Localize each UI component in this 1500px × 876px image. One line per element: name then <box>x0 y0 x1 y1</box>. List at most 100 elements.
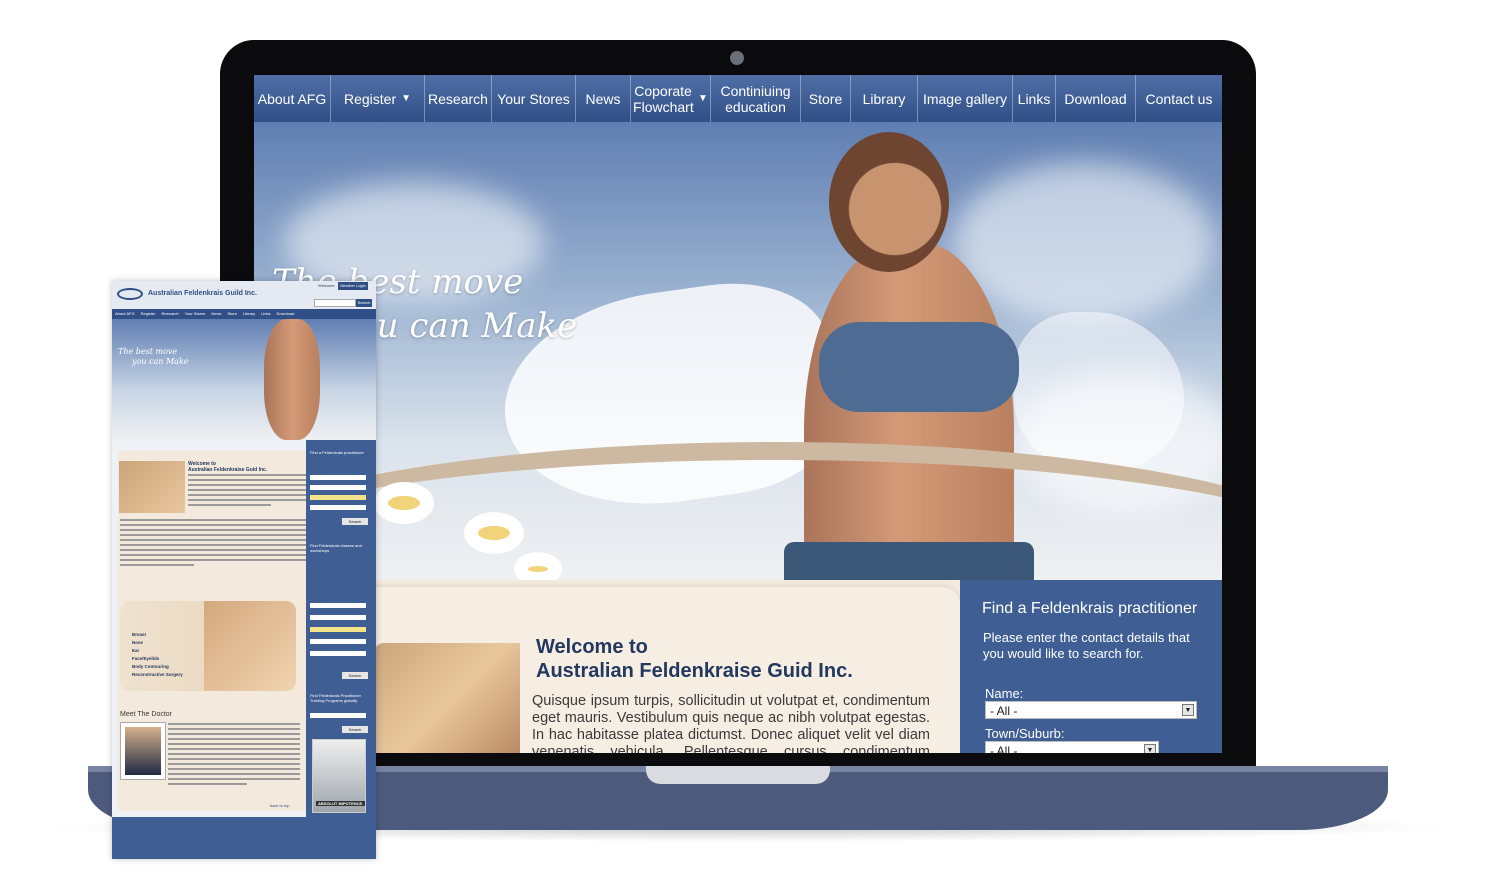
mobile-welcome-title: Welcome to Australian Feldenkraise Guid … <box>188 461 267 473</box>
mobile-side-field[interactable] <box>310 603 366 608</box>
mobile-device: Australian Feldenkrais Guild Inc. Welcom… <box>112 281 376 859</box>
chevron-down-icon[interactable]: ▼ <box>1144 744 1156 753</box>
practitioner-search-panel: Find a Feldenkrais practitioner Please e… <box>960 580 1222 753</box>
mobile-promo-photo <box>204 601 296 691</box>
hero-model-head <box>829 132 949 272</box>
hero-shirt-right <box>1014 312 1184 472</box>
nav-item-research[interactable]: Research <box>425 75 492 122</box>
mobile-welcome-text <box>188 474 306 509</box>
nav-label: News <box>585 90 621 107</box>
promo-item[interactable]: Breast <box>132 631 183 639</box>
mobile-hero-tagline: The best move you can Make <box>118 347 189 367</box>
mobile-nav-item[interactable]: Store <box>224 309 240 319</box>
mobile-nav-item[interactable]: Links <box>258 309 273 319</box>
mobile-nav-item[interactable]: Register <box>138 309 159 319</box>
mobile-nav-item[interactable]: Library <box>240 309 258 319</box>
mobile-side-field[interactable] <box>310 639 366 644</box>
nav-label: Continiuing education <box>720 82 791 115</box>
practitioner-search-description: Please enter the contact details that yo… <box>983 630 1190 661</box>
welcome-title: Welcome to Australian Feldenkraise Guid … <box>536 635 853 683</box>
nav-item-news[interactable]: News <box>576 75 631 122</box>
welcome-title-line2: Australian Feldenkraise Guid Inc. <box>536 660 853 682</box>
nav-label: Coporate Flowchart <box>633 82 694 115</box>
mobile-nav-item[interactable]: About AFG <box>112 309 138 319</box>
nav-item-continuing-education[interactable]: Continiuing education <box>711 75 801 122</box>
mobile-ad-caption: ABSOLUT IMPOTENCE. <box>316 801 366 806</box>
nav-item-about[interactable]: About AFG <box>254 75 331 122</box>
mobile-side-field[interactable] <box>310 475 366 480</box>
nav-item-your-stores[interactable]: Your Stores <box>492 75 576 122</box>
flower-icon <box>514 552 562 580</box>
mobile-side-field[interactable] <box>310 713 366 718</box>
mobile-nav-item[interactable]: Research <box>158 309 181 319</box>
flower-icon <box>374 482 434 524</box>
name-label: Name: <box>985 686 1024 701</box>
laptop-camera <box>730 51 744 65</box>
welcome-body-text: Quisque ipsum turpis, sollicitudin ut vo… <box>532 693 930 753</box>
flower-icon <box>464 512 524 554</box>
mobile-side-field[interactable] <box>310 505 366 510</box>
name-select[interactable]: - All - ▼ <box>985 701 1197 719</box>
mobile-side-field[interactable] <box>310 485 366 490</box>
nav-label: About AFG <box>257 90 327 107</box>
mobile-side-field[interactable] <box>310 627 366 632</box>
mobile-back-to-top-link[interactable]: back to top <box>270 803 290 808</box>
nav-item-corporate-flowchart[interactable]: Coporate Flowchart ▼ <box>631 75 711 122</box>
nav-label: Register <box>343 90 397 107</box>
promo-item[interactable]: Face/Eyelids <box>132 655 183 663</box>
chevron-down-icon: ▼ <box>698 92 708 104</box>
mobile-side-search-button[interactable]: Search <box>342 726 368 733</box>
welcome-photo <box>374 643 520 753</box>
mobile-side-field[interactable] <box>310 651 366 656</box>
nav-label: Links <box>1017 90 1051 107</box>
nav-item-store[interactable]: Store <box>801 75 851 122</box>
promo-item[interactable]: Reconstructive Surgery <box>132 671 183 679</box>
mobile-side-search-button[interactable]: Search <box>342 518 368 525</box>
mobile-nav-item[interactable]: Your Stores <box>182 309 209 319</box>
mobile-tagline-line2: you can Make <box>132 357 189 366</box>
mobile-nav-item[interactable]: News <box>208 309 224 319</box>
mobile-nav-item[interactable]: Download <box>274 309 298 319</box>
nav-item-links[interactable]: Links <box>1013 75 1056 122</box>
promo-item[interactable]: Body Contouring <box>132 663 183 671</box>
mobile-side-field[interactable] <box>310 495 366 500</box>
mobile-doctor-photo <box>120 722 166 780</box>
hero-banner: The best move you can Make <box>254 122 1222 580</box>
name-select-value: - All - <box>990 704 1018 718</box>
mobile-doctor-title: Meet The Doctor <box>120 711 173 718</box>
practitioner-search-title: Find a Feldenkrais practitioner <box>982 600 1198 617</box>
town-select-value: - All - <box>990 744 1018 753</box>
chevron-down-icon[interactable]: ▼ <box>1182 704 1194 716</box>
mobile-side-title: Find Feldenkrais Practitioner Training P… <box>310 693 361 703</box>
nav-item-register[interactable]: Register ▼ <box>331 75 425 122</box>
mobile-body-text <box>120 519 306 569</box>
nav-item-download[interactable]: Download <box>1056 75 1136 122</box>
mobile-hero: The best move you can Make <box>112 319 376 440</box>
promo-item[interactable]: Nose <box>132 639 183 647</box>
nav-label: Store <box>808 90 843 107</box>
promo-item[interactable]: Ear <box>132 647 183 655</box>
mobile-search-button[interactable]: Search <box>356 299 372 307</box>
mobile-nav: About AFG Register Research Your Stores … <box>112 309 376 319</box>
nav-label: Research <box>428 90 488 107</box>
laptop-notch <box>646 766 830 784</box>
welcome-title-line1: Welcome to <box>536 636 648 658</box>
afg-logo-icon <box>117 288 143 300</box>
mobile-search-input[interactable] <box>314 299 356 307</box>
mobile-side-search-button[interactable]: Search <box>342 672 368 679</box>
town-select[interactable]: - All - ▼ <box>985 741 1159 753</box>
mobile-side-title: Find a Feldenkrais practitioner <box>310 450 364 455</box>
nav-item-library[interactable]: Library <box>851 75 918 122</box>
mobile-welcome-photo <box>119 461 185 513</box>
nav-label: Image gallery <box>922 90 1008 107</box>
mobile-welcome-text: Welcome <box>318 283 335 288</box>
nav-item-image-gallery[interactable]: Image gallery <box>918 75 1013 122</box>
mobile-welcome-title-line2: Australian Feldenkraise Guid Inc. <box>188 467 268 473</box>
nav-label: Download <box>1064 90 1127 107</box>
town-label: Town/Suburb: <box>985 726 1065 741</box>
cloud-shape <box>954 162 1214 322</box>
nav-item-contact-us[interactable]: Contact us <box>1136 75 1222 122</box>
mobile-login-button[interactable]: Member Login <box>338 282 368 290</box>
mobile-side-field[interactable] <box>310 615 366 620</box>
mobile-hero-model <box>264 319 320 440</box>
